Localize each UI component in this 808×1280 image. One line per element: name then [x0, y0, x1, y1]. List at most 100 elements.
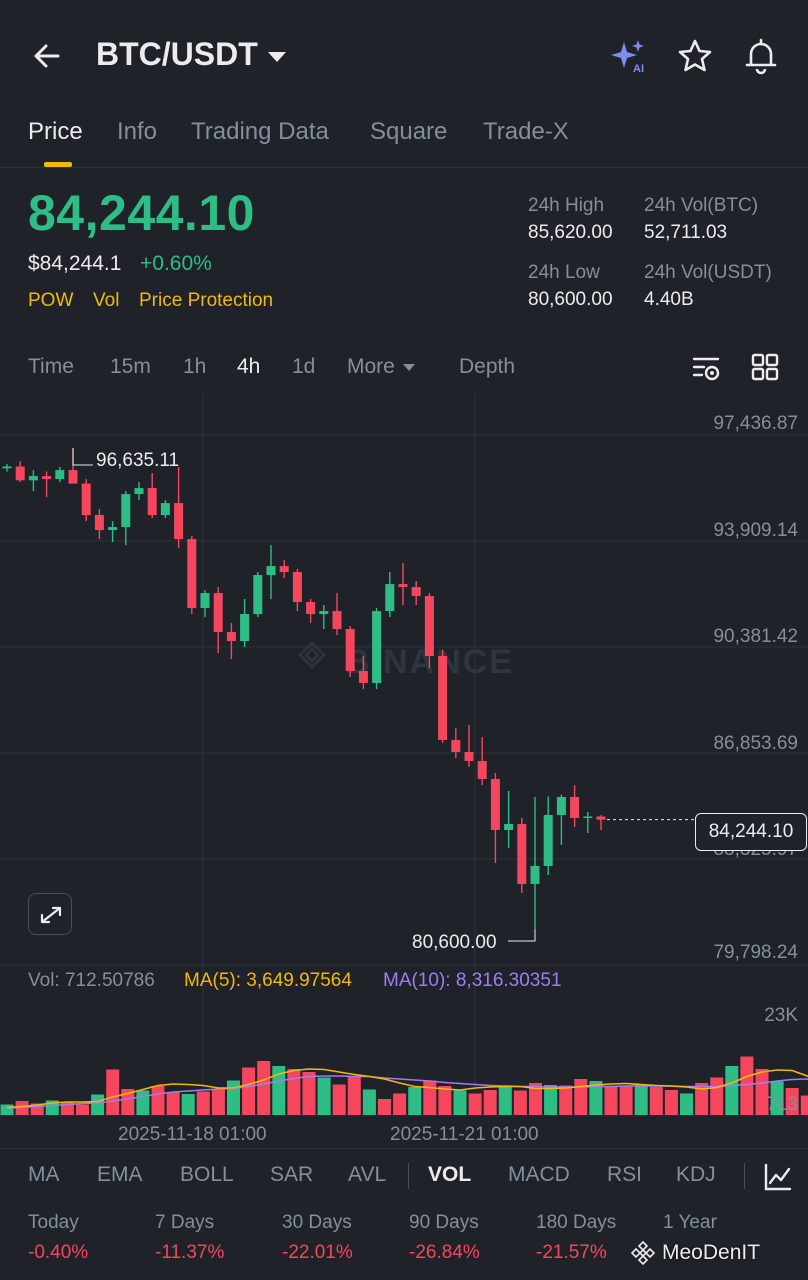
timeframe-4h[interactable]: 4h	[237, 355, 260, 379]
volume-bar	[106, 1069, 120, 1115]
ai-sparkle-icon[interactable]: AI	[608, 36, 648, 76]
grid-layout-icon[interactable]	[750, 352, 780, 382]
candle-body	[200, 593, 210, 609]
y-axis-tick: 93,909.14	[713, 520, 798, 541]
volume-bar	[378, 1099, 391, 1115]
top-tabs: Price Info Trading Data Square Trade-X	[0, 110, 808, 168]
candle-body	[306, 602, 316, 615]
indicator-kdj[interactable]: KDJ	[676, 1163, 716, 1187]
candle-body	[147, 488, 157, 516]
timeframe-1h[interactable]: 1h	[183, 355, 206, 379]
timeframe-time[interactable]: Time	[28, 355, 74, 379]
tag-price-protection[interactable]: Price Protection	[139, 290, 273, 312]
divider	[744, 1163, 745, 1189]
candle-body	[477, 761, 487, 779]
chevron-down-icon	[267, 51, 286, 62]
candle-body	[174, 503, 184, 540]
stat-24h-vol-btc-value: 52,711.03	[644, 222, 728, 243]
indicator-vol[interactable]: VOL	[428, 1163, 471, 1187]
last-price: 84,244.10	[28, 185, 255, 241]
candle-body	[279, 566, 289, 573]
volume-bar	[740, 1056, 754, 1115]
candle-body	[385, 584, 395, 612]
candle-body	[240, 614, 250, 642]
watermark-text: MeoDenIT	[662, 1241, 761, 1264]
volume-bar	[453, 1090, 467, 1115]
indicator-ma[interactable]: MA	[28, 1163, 60, 1187]
perf-label-1y: 1 Year	[663, 1212, 717, 1233]
stat-24h-vol-usdt-label: 24h Vol(USDT)	[644, 262, 772, 283]
price-chart[interactable]: BINANCE	[0, 395, 808, 1120]
star-icon[interactable]	[675, 36, 715, 76]
candle-body	[543, 814, 553, 866]
max-price-leader	[72, 448, 93, 466]
indicator-rsi[interactable]: RSI	[607, 1163, 642, 1187]
timeframe-1d[interactable]: 1d	[292, 355, 315, 379]
volume-label: Vol: 712.50786	[28, 970, 155, 991]
pair-label: BTC/USDT	[96, 36, 258, 72]
pair-selector[interactable]: BTC/USDT	[96, 36, 286, 73]
indicator-avl[interactable]: AVL	[348, 1163, 386, 1187]
expand-icon	[40, 906, 62, 924]
chart-indicator-icon[interactable]	[762, 1161, 794, 1193]
stat-24h-high-value: 85,620.00	[528, 222, 613, 243]
volume-bar	[438, 1086, 452, 1115]
volume-bar	[287, 1069, 301, 1115]
stat-24h-vol-usdt-value: 4.40B	[644, 289, 694, 310]
candle-body	[464, 752, 474, 762]
volume-bar	[498, 1085, 512, 1115]
tab-trade-x[interactable]: Trade-X	[483, 118, 569, 146]
y-axis-tick: 90,381.42	[713, 626, 798, 647]
volume-bar	[302, 1072, 316, 1115]
candle-body	[108, 527, 118, 531]
depth-tab[interactable]: Depth	[459, 355, 515, 379]
candle-body	[253, 575, 263, 615]
volume-bar	[393, 1093, 407, 1115]
candle-body	[424, 596, 434, 657]
candle-body	[15, 466, 25, 481]
candle-body	[583, 816, 593, 818]
volume-bar	[634, 1085, 648, 1115]
indicator-sar[interactable]: SAR	[270, 1163, 313, 1187]
candle-body	[68, 470, 78, 484]
candle-body	[81, 483, 91, 516]
volume-bar	[468, 1093, 482, 1115]
candle-body	[55, 470, 65, 480]
chart-settings-icon[interactable]	[690, 352, 722, 384]
expand-chart-button[interactable]	[28, 893, 72, 935]
candle-body	[398, 584, 408, 588]
candle-body	[332, 611, 342, 630]
volume-ma5-label: MA(5): 3,649.97564	[184, 970, 352, 991]
tag-vol[interactable]: Vol	[93, 290, 119, 312]
candle-body	[160, 503, 170, 516]
back-arrow-icon[interactable]	[28, 36, 68, 76]
indicator-macd[interactable]: MACD	[508, 1163, 570, 1187]
timeframe-more[interactable]: More	[347, 355, 415, 379]
candle-body	[372, 611, 382, 684]
tab-info[interactable]: Info	[117, 118, 157, 146]
indicator-tabs: MA EMA BOLL SAR AVL VOL MACD RSI KDJ	[0, 1148, 808, 1204]
volume-bar	[332, 1084, 346, 1115]
candle-body	[530, 865, 540, 884]
candle-body	[504, 823, 514, 830]
indicator-boll[interactable]: BOLL	[180, 1163, 234, 1187]
perf-value-180d: -21.57%	[536, 1242, 607, 1263]
volume-bar	[166, 1092, 180, 1115]
indicator-ema[interactable]: EMA	[97, 1163, 143, 1187]
volume-bar	[151, 1086, 165, 1115]
volume-bar	[136, 1090, 150, 1115]
timeframe-15m[interactable]: 15m	[110, 355, 151, 379]
candle-body	[292, 572, 302, 603]
tab-price[interactable]: Price	[28, 118, 83, 146]
tab-square[interactable]: Square	[370, 118, 447, 146]
bell-icon[interactable]	[741, 36, 781, 76]
price-change-percent: +0.60%	[140, 252, 212, 275]
perf-label-180d: 180 Days	[536, 1212, 617, 1233]
volume-bar	[347, 1076, 361, 1115]
candle-body	[319, 611, 329, 615]
volume-bar	[362, 1089, 376, 1115]
tag-pow[interactable]: POW	[28, 290, 73, 312]
stat-24h-low-label: 24h Low	[528, 262, 600, 283]
y-axis-tick: 97,436.87	[713, 413, 798, 434]
tab-trading-data[interactable]: Trading Data	[191, 118, 329, 146]
